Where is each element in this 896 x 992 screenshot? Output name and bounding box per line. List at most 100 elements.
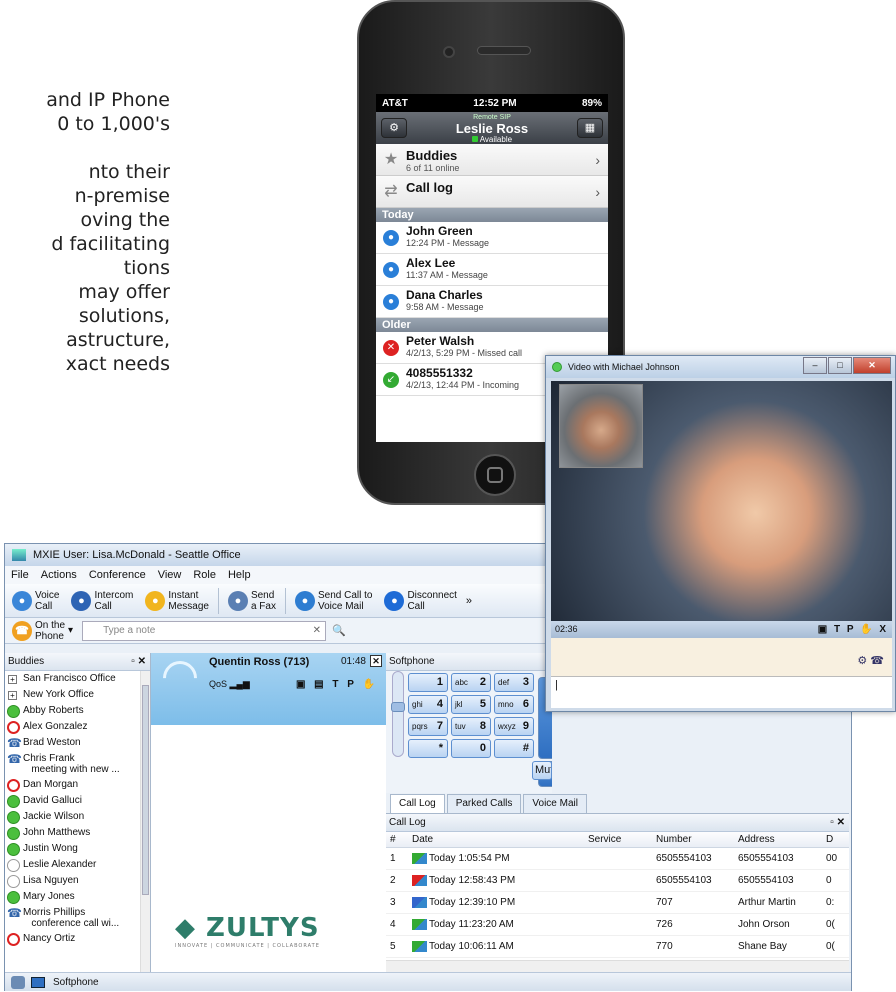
presence-icon (7, 891, 20, 904)
end-call-icon[interactable]: ✕ (370, 655, 382, 667)
key-0[interactable]: 0 (451, 739, 491, 758)
fragment-line: solutions, (78, 305, 170, 327)
presence-icon (7, 875, 20, 888)
clear-note-icon[interactable]: ✕ (313, 622, 321, 640)
call-card[interactable]: Quentin Ross (713) 01:48 ✕ QoS ▂▄▆ ▣ ▤ T… (151, 653, 386, 725)
message-icon: ● (383, 262, 399, 278)
key-6[interactable]: mno 6 (494, 695, 534, 714)
status-gear-icon[interactable] (11, 976, 25, 989)
close-icon[interactable]: ✕ (853, 357, 891, 374)
menu-item-actions[interactable]: Actions (41, 566, 77, 584)
buddy-item[interactable]: Abby Roberts (5, 703, 150, 719)
buddy-item[interactable]: David Galluci (5, 793, 150, 809)
disconnect-call-button[interactable]: ● Disconnect Call (381, 590, 459, 612)
conversation-item[interactable]: ● John Green 12:24 PM - Message (376, 222, 608, 254)
tab-call-log[interactable]: Call Log (390, 794, 445, 813)
column-header[interactable]: D (822, 832, 849, 847)
maximize-icon[interactable]: □ (828, 357, 852, 374)
buddy-item[interactable]: John Matthews (5, 825, 150, 841)
instant-message-button[interactable]: ● Instant Message (142, 590, 212, 612)
keypad-icon[interactable]: ▦ (577, 118, 603, 138)
column-header[interactable]: # (386, 832, 408, 847)
menu-item-help[interactable]: Help (228, 566, 251, 584)
fragment-line: n-premise (74, 185, 170, 207)
buddy-item[interactable]: Justin Wong (5, 841, 150, 857)
mute-label[interactable]: Mute (532, 761, 552, 780)
gear-icon[interactable]: ⚙ (381, 118, 407, 138)
presence-icon (7, 705, 20, 718)
pane-controls-icon[interactable]: ▫ ✕ (131, 653, 146, 671)
buddy-item[interactable]: Dan Morgan (5, 777, 150, 793)
phone-menu-item[interactable]: ⇄ Call log › (376, 176, 608, 208)
expand-icon[interactable]: + (8, 675, 17, 684)
menu-item-conference[interactable]: Conference (89, 566, 146, 584)
overflow-chevron-icon[interactable]: » (466, 595, 472, 607)
buddy-item[interactable]: Jackie Wilson (5, 809, 150, 825)
menu-item-view[interactable]: View (158, 566, 182, 584)
cell-d: 0: (826, 897, 835, 908)
key-#[interactable]: # (494, 739, 534, 758)
key-8[interactable]: tuv 8 (451, 717, 491, 736)
column-header[interactable]: Service (584, 832, 652, 847)
conversation-item[interactable]: ● Dana Charles 9:58 AM - Message (376, 286, 608, 318)
binoculars-icon[interactable]: 🔍 (332, 624, 346, 637)
volume-slider[interactable] (391, 671, 405, 757)
call-date: Today 1:05:54 PM (429, 853, 510, 864)
contact-name: Alex Lee (406, 256, 456, 270)
column-header[interactable]: Address (734, 832, 822, 847)
softphone-icon[interactable] (31, 977, 45, 988)
call-controls[interactable]: ▣ ▤ T P ✋ (296, 679, 378, 690)
tab-parked-calls[interactable]: Parked Calls (446, 794, 522, 813)
chat-tools-icon[interactable]: ⚙ ☎ (857, 654, 884, 667)
expand-icon[interactable]: + (8, 691, 17, 700)
tab-voice-mail[interactable]: Voice Mail (523, 794, 587, 813)
table-row[interactable]: 3 Today 12:39:10 PM 707 Arthur Martin 0: (386, 892, 849, 914)
pane-controls-icon[interactable]: ▫ ✕ (830, 814, 845, 832)
key-1[interactable]: 1 (408, 673, 448, 692)
buddy-item[interactable]: + San Francisco Office (5, 671, 150, 687)
buddy-item[interactable]: + New York Office (5, 687, 150, 703)
key-3[interactable]: def 3 (494, 673, 534, 692)
call-log-title: Call Log (389, 817, 426, 828)
intercom-call-button[interactable]: ● Intercom Call (68, 590, 136, 612)
availability-label: Available (376, 135, 608, 144)
buddy-item[interactable]: Mary Jones (5, 889, 150, 905)
key-5[interactable]: jkl 5 (451, 695, 491, 714)
key-9[interactable]: wxyz 9 (494, 717, 534, 736)
send-a-fax-button[interactable]: ● Send a Fax (225, 590, 279, 612)
buddy-item[interactable]: Alex Gonzalez (5, 719, 150, 735)
video-controls[interactable]: ▣ T P ✋ X (818, 621, 888, 638)
send-call-to-voice-mail-button[interactable]: ● Send Call to Voice Mail (292, 590, 375, 612)
conversation-item[interactable]: ● Alex Lee 11:37 AM - Message (376, 254, 608, 286)
softphone-header: Softphone (386, 653, 552, 671)
minimize-icon[interactable]: – (803, 357, 827, 374)
key-7[interactable]: pqrs 7 (408, 717, 448, 736)
status-text: Softphone (53, 977, 99, 988)
table-row[interactable]: 1 Today 1:05:54 PM 6505554103 6505554103 00 (386, 848, 849, 870)
key-4[interactable]: ghi 4 (408, 695, 448, 714)
phone-menu-item[interactable]: ★ Buddies 6 of 11 online › (376, 144, 608, 176)
buddy-item[interactable]: Nancy Ortiz (5, 931, 150, 947)
buddy-item[interactable]: Leslie Alexander (5, 857, 150, 873)
call-log-hscrollbar[interactable] (386, 960, 849, 972)
buddy-item[interactable]: Lisa Nguyen (5, 873, 150, 889)
buddy-item[interactable]: ☎ Chris Frank meeting with new ... (5, 751, 150, 777)
buddy-item[interactable]: ☎ Morris Phillips conference call wi... (5, 905, 150, 931)
voice-call-button[interactable]: ● Voice Call (9, 590, 62, 612)
table-row[interactable]: 5 Today 10:06:11 AM 770 Shane Bay 0( (386, 936, 849, 958)
key-*[interactable]: * (408, 739, 448, 758)
key-2[interactable]: abc 2 (451, 673, 491, 692)
buddy-item[interactable]: ☎ Brad Weston (5, 735, 150, 751)
table-row[interactable]: 4 Today 11:23:20 AM 726 John Orson 0( (386, 914, 849, 936)
column-header[interactable]: Number (652, 832, 734, 847)
presence-dropdown[interactable]: ☎ On the Phone ▾ (9, 620, 76, 642)
column-header[interactable]: Date (408, 832, 584, 847)
menu-item-file[interactable]: File (11, 566, 29, 584)
video-chat-input[interactable]: | (551, 676, 892, 708)
buddies-scrollbar[interactable] (140, 671, 150, 972)
buddy-name: Leslie Alexander (23, 859, 97, 870)
home-button[interactable] (474, 454, 516, 496)
table-row[interactable]: 2 Today 12:58:43 PM 6505554103 6505554103 0 (386, 870, 849, 892)
note-input[interactable]: Type a note ✕ (82, 620, 327, 641)
menu-item-role[interactable]: Role (193, 566, 216, 584)
